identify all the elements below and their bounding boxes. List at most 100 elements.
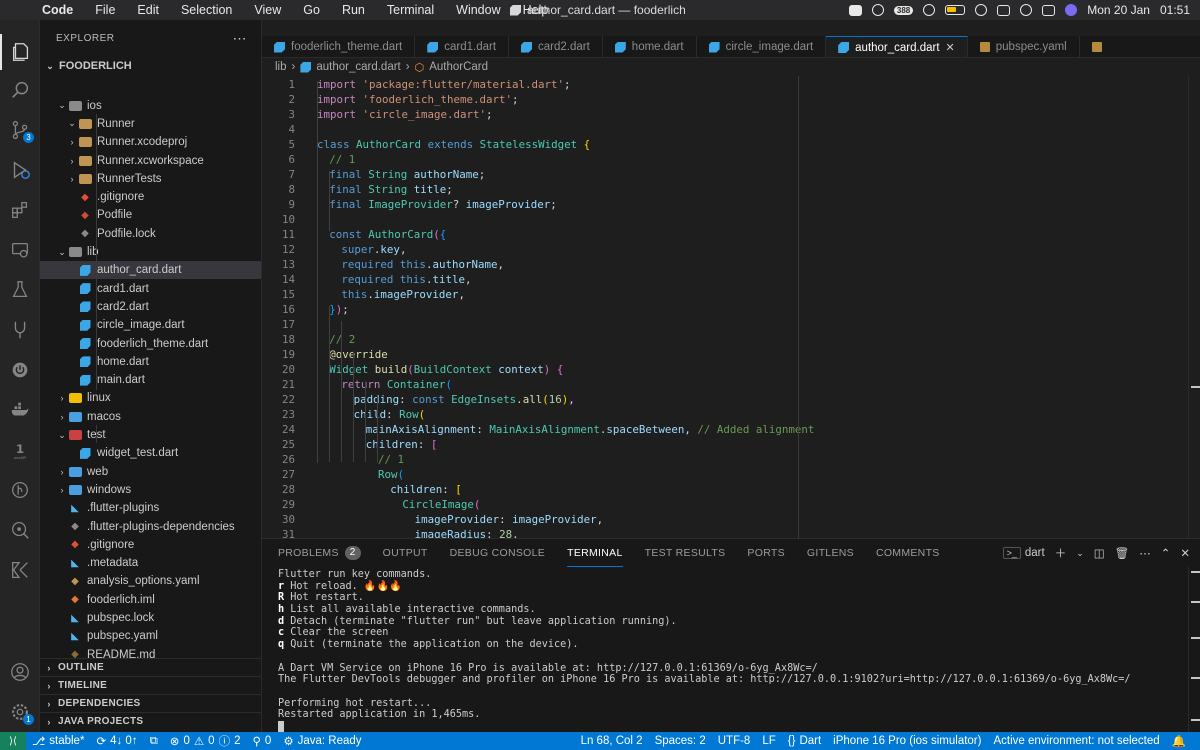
panel-tab-gitlens[interactable]: GITLENS [807,539,854,567]
siri-icon[interactable] [1065,4,1078,16]
ports-indicator[interactable]: ⚲ 0 [246,734,277,748]
tree-file[interactable]: ◣ pubspec.yaml [40,627,261,645]
battery-icon[interactable] [945,5,966,15]
tree-file[interactable]: widget_test.dart [40,444,261,462]
section-outline[interactable]: › OUTLINE [40,658,261,676]
oneapi-icon[interactable]: 1 oneAPI [0,432,40,468]
tab-author_card-dart[interactable]: author_card.dart ✕ [826,36,968,57]
play-icon[interactable] [923,4,936,16]
section-java-projects[interactable]: › JAVA PROJECTS [40,712,261,730]
tree-file[interactable]: ◆ .gitignore [40,536,261,554]
panel-tab-comments[interactable]: COMMENTS [876,539,940,567]
workspace-root[interactable]: ⌄ FOODERLICH [40,57,261,75]
gitlens-inspect-icon[interactable] [0,512,40,548]
power-icon[interactable] [0,352,40,388]
search-icon[interactable] [1020,4,1033,16]
w-app-icon[interactable] [848,4,862,16]
app-menu[interactable]: Code [36,3,84,17]
new-terminal-icon[interactable]: ＋ [1055,545,1067,561]
tree-folder[interactable]: › Runner.xcworkspace [40,151,261,169]
menu-run[interactable]: Run [331,3,376,17]
menu-terminal[interactable]: Terminal [376,3,445,17]
settings-gear-icon[interactable]: 1 [0,694,40,730]
tree-folder[interactable]: ⌄ ios [40,97,261,115]
flutter-devtools-icon[interactable] [0,312,40,348]
explorer-icon[interactable] [0,34,40,70]
cursor-position[interactable]: Ln 68, Col 2 [575,735,649,747]
remote-indicator-icon[interactable]: ⟩⟨ [0,732,26,750]
panel-tab-problems[interactable]: PROBLEMS 2 [278,539,361,567]
panel-tab-debug-console[interactable]: DEBUG CONSOLE [450,539,546,567]
extensions-icon[interactable] [0,192,40,228]
tree-file[interactable]: ◆ .flutter-plugins-dependencies [40,517,261,535]
branch-indicator[interactable]: ⎇ stable* [26,734,90,748]
chatgpt-icon[interactable] [871,4,884,16]
tree-file[interactable]: fooderlich_theme.dart [40,334,261,352]
terminal-prompt[interactable] [278,720,1178,733]
kotlin-icon[interactable] [0,552,40,588]
tab-overflow[interactable] [1080,36,1114,57]
encoding[interactable]: UTF-8 [712,735,757,747]
panel-tab-output[interactable]: OUTPUT [383,539,428,567]
tree-file[interactable]: ◆ Podfile.lock [40,225,261,243]
end-of-line[interactable]: LF [756,735,781,747]
section-dependencies[interactable]: › DEPENDENCIES [40,694,261,712]
tab-card1-dart[interactable]: card1.dart [415,36,510,57]
tree-file[interactable]: circle_image.dart [40,316,261,334]
tree-folder[interactable]: › windows [40,481,261,499]
tree-folder[interactable]: ⌄ Runner [40,115,261,133]
tab-circle_image-dart[interactable]: circle_image.dart [697,36,827,57]
breadcrumb-file[interactable]: author_card.dart [316,61,400,73]
section-timeline[interactable]: › TIMELINE [40,676,261,694]
java-status[interactable]: ⚙ Java: Ready [277,734,367,748]
more-actions-icon[interactable]: ⋯ [1139,546,1151,560]
tree-file[interactable]: card2.dart [40,298,261,316]
split-terminal-icon[interactable]: ◫ [1094,546,1105,560]
vpn-icon[interactable] [975,4,988,16]
tree-file[interactable]: author_card.dart [40,261,261,280]
tab-home-dart[interactable]: home.dart [603,36,697,57]
tree-file[interactable]: ◣ pubspec.lock [40,609,261,627]
tree-folder[interactable]: › web [40,463,261,481]
trash-icon[interactable]: 🗑 [1115,546,1130,560]
editor-scrollbar[interactable] [1188,76,1200,538]
tree-folder[interactable]: ⌄ lib [40,243,261,261]
more-actions-icon[interactable]: ⋯ [233,30,248,47]
flutter-device[interactable]: iPhone 16 Pro (ios simulator) [827,735,987,747]
link-icon[interactable] [997,4,1011,16]
sync-indicator[interactable]: ⟳ 4↓ 0↑ [90,734,143,748]
account-icon[interactable] [0,654,40,690]
tree-file[interactable]: home.dart [40,353,261,371]
menu-view[interactable]: View [243,3,292,17]
control-center-icon[interactable] [1042,4,1056,16]
close-panel-icon[interactable]: ✕ [1180,546,1190,560]
tree-file[interactable]: card1.dart [40,280,261,298]
menu-edit[interactable]: Edit [126,3,170,17]
tree-file[interactable]: ◣ .metadata [40,554,261,572]
tree-file[interactable]: ◆ analysis_options.yaml [40,572,261,590]
panel-tab-ports[interactable]: PORTS [747,539,784,567]
panel-tab-terminal[interactable]: TERMINAL [567,539,623,567]
tree-folder[interactable]: ⌄test [40,426,261,444]
chevron-down-icon[interactable]: ⌄ [1076,548,1084,559]
source-control-icon[interactable]: 3 [0,112,40,148]
menu-window[interactable]: Window [445,3,511,17]
tree-file[interactable]: ◆ fooderlich.iml [40,591,261,609]
close-icon[interactable]: ✕ [946,41,955,54]
menu-selection[interactable]: Selection [170,3,243,17]
search-icon[interactable] [0,72,40,108]
panel-tab-test-results[interactable]: TEST RESULTS [645,539,726,567]
tree-folder[interactable]: › RunnerTests [40,170,261,188]
terminal-selector[interactable]: >_ dart [1002,547,1045,559]
maximize-panel-icon[interactable]: ⌃ [1161,546,1171,560]
tree-folder[interactable]: › linux [40,389,261,407]
testing-icon[interactable] [0,272,40,308]
gitlens-icon[interactable] [0,472,40,508]
tree-file[interactable]: ◆ Podfile [40,206,261,224]
terminal-output[interactable]: Flutter run key commands. r Hot reload. 🔥… [278,569,1178,733]
language-mode[interactable]: {} Dart [782,735,827,747]
breadcrumb-symbol[interactable]: AuthorCard [429,61,488,73]
remote-explorer-icon[interactable] [0,232,40,268]
terminal-scrollbar[interactable] [1188,567,1200,733]
docker-icon[interactable] [0,392,40,428]
